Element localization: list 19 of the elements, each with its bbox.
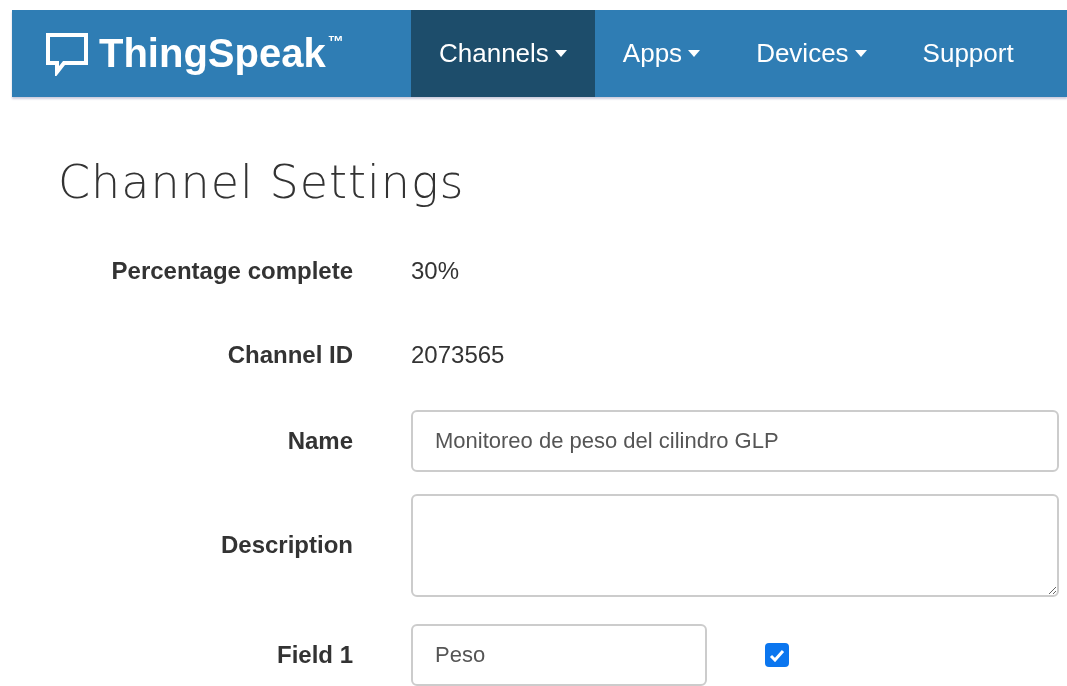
field-value: 30% bbox=[411, 257, 461, 285]
nav-menu-item[interactable]: Support bbox=[894, 10, 1042, 97]
field-value: 2073565 bbox=[411, 341, 506, 369]
checkbox[interactable] bbox=[765, 643, 789, 667]
field-label: Channel ID bbox=[227, 341, 353, 369]
name-field[interactable]: Monitoreo de peso del cilindro GLP bbox=[411, 410, 1059, 472]
logo-text[interactable]: ThingSpeak$^{™}$ bbox=[99, 31, 344, 76]
nav-menu-item[interactable]: Apps bbox=[594, 10, 729, 97]
field-name-input[interactable]: Peso bbox=[411, 624, 707, 686]
field-label: Name bbox=[287, 427, 353, 455]
checkmark-icon bbox=[769, 648, 785, 662]
page-title: Channel Settings bbox=[58, 155, 466, 209]
field-label: Field 1 bbox=[276, 641, 353, 669]
description-field[interactable] bbox=[411, 493, 1059, 597]
chat-bubble-icon bbox=[45, 31, 89, 76]
nav-menu-item[interactable]: Devices bbox=[728, 10, 895, 97]
nav-menu-item[interactable]: Channels bbox=[411, 10, 595, 97]
field-label: Percentage complete bbox=[111, 257, 353, 285]
field-label: Description bbox=[220, 531, 353, 559]
